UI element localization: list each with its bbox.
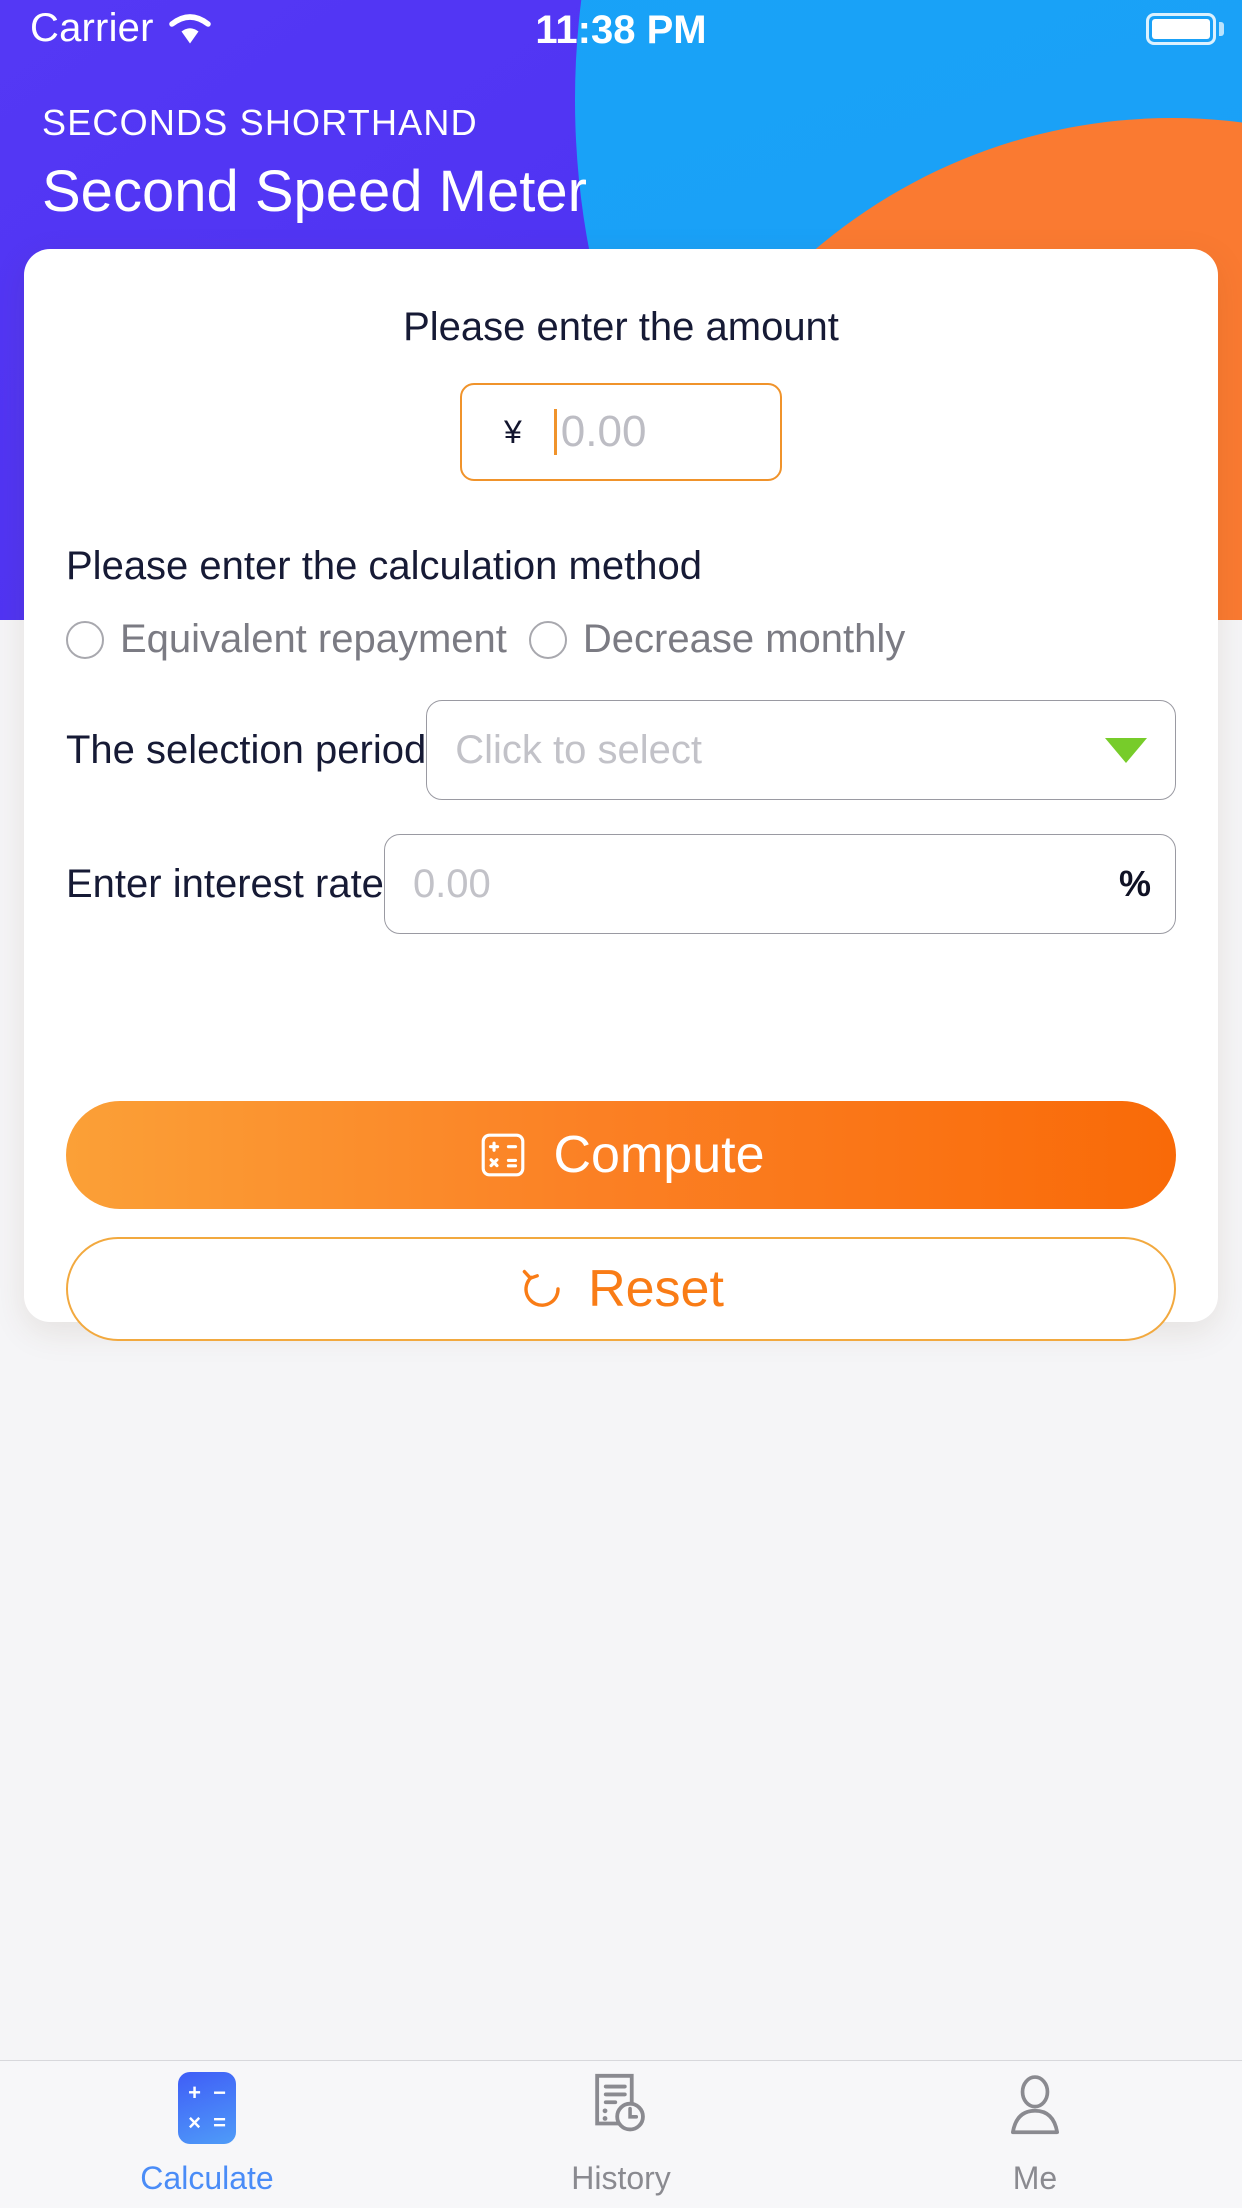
rate-input[interactable]: 0.00 %	[383, 834, 1176, 934]
header-titles: SECONDS SHORTHAND Second Speed Meter	[42, 105, 587, 221]
bottom-tab-bar: + − × = Calculate History Me	[0, 2060, 1242, 2208]
radio-circle-icon	[528, 620, 567, 659]
times-glyph: ×	[188, 2110, 201, 2135]
period-label: The selection period	[66, 727, 427, 772]
page-title: Second Speed Meter	[42, 159, 587, 224]
calculator-icon: + − × =	[178, 2072, 236, 2144]
radio-decrease-monthly[interactable]: Decrease monthly	[528, 617, 906, 662]
text-caret	[553, 409, 557, 455]
chevron-down-icon	[1105, 737, 1147, 763]
radio-label: Decrease monthly	[582, 617, 906, 661]
reset-label: Reset	[588, 1260, 724, 1318]
app-screen: Carrier 11:38 PM SECONDS SHORTHAND Secon…	[0, 0, 1242, 2208]
currency-symbol: ¥	[504, 413, 522, 450]
minus-glyph: −	[213, 2080, 226, 2105]
tab-history-label: History	[571, 2160, 671, 2196]
clock-label: 11:38 PM	[535, 8, 707, 52]
rate-label: Enter interest rate	[66, 861, 384, 906]
rate-placeholder: 0.00	[412, 861, 491, 906]
compute-label: Compute	[553, 1126, 765, 1184]
battery-icon	[1146, 13, 1216, 45]
tab-me-label: Me	[1012, 2160, 1058, 2196]
battery-fill	[1152, 19, 1210, 39]
battery-cap	[1219, 22, 1224, 36]
amount-placeholder: 0.00	[560, 407, 647, 456]
calculator-card: Please enter the amount ¥ 0.00 Please en…	[24, 249, 1218, 1341]
reset-button[interactable]: Reset	[66, 1237, 1176, 1341]
method-radio-group: Equivalent repayment Decrease monthly	[66, 617, 1218, 662]
radio-label: Equivalent repayment	[120, 617, 507, 661]
equals-glyph: =	[213, 2110, 226, 2135]
amount-input[interactable]: ¥ 0.00	[460, 383, 782, 481]
radio-circle-icon	[66, 620, 104, 659]
person-icon	[1011, 2075, 1059, 2135]
compute-button[interactable]: Compute	[66, 1101, 1176, 1209]
rate-row: Enter interest rate 0.00 %	[66, 834, 1176, 934]
document-clock-icon	[595, 2073, 645, 2132]
plus-glyph: +	[188, 2080, 201, 2105]
status-bar: Carrier 11:38 PM	[0, 0, 1242, 62]
calculator-icon	[481, 1133, 524, 1177]
method-label: Please enter the calculation method	[66, 544, 702, 588]
tab-calculate[interactable]: + − × = Calculate	[0, 2061, 414, 2208]
refresh-ccw-icon	[522, 1269, 560, 1307]
percent-symbol: %	[1118, 863, 1151, 904]
period-select[interactable]: Click to select	[426, 700, 1176, 800]
tab-me[interactable]: Me	[828, 2061, 1242, 2208]
period-row: The selection period Click to select	[66, 700, 1176, 800]
tab-calculate-label: Calculate	[140, 2160, 274, 2196]
radio-equivalent-repayment[interactable]: Equivalent repayment	[66, 617, 507, 662]
tab-history[interactable]: History	[414, 2061, 828, 2208]
app-kicker: SECONDS SHORTHAND	[42, 102, 478, 143]
amount-label: Please enter the amount	[403, 305, 839, 349]
period-placeholder: Click to select	[455, 727, 702, 772]
